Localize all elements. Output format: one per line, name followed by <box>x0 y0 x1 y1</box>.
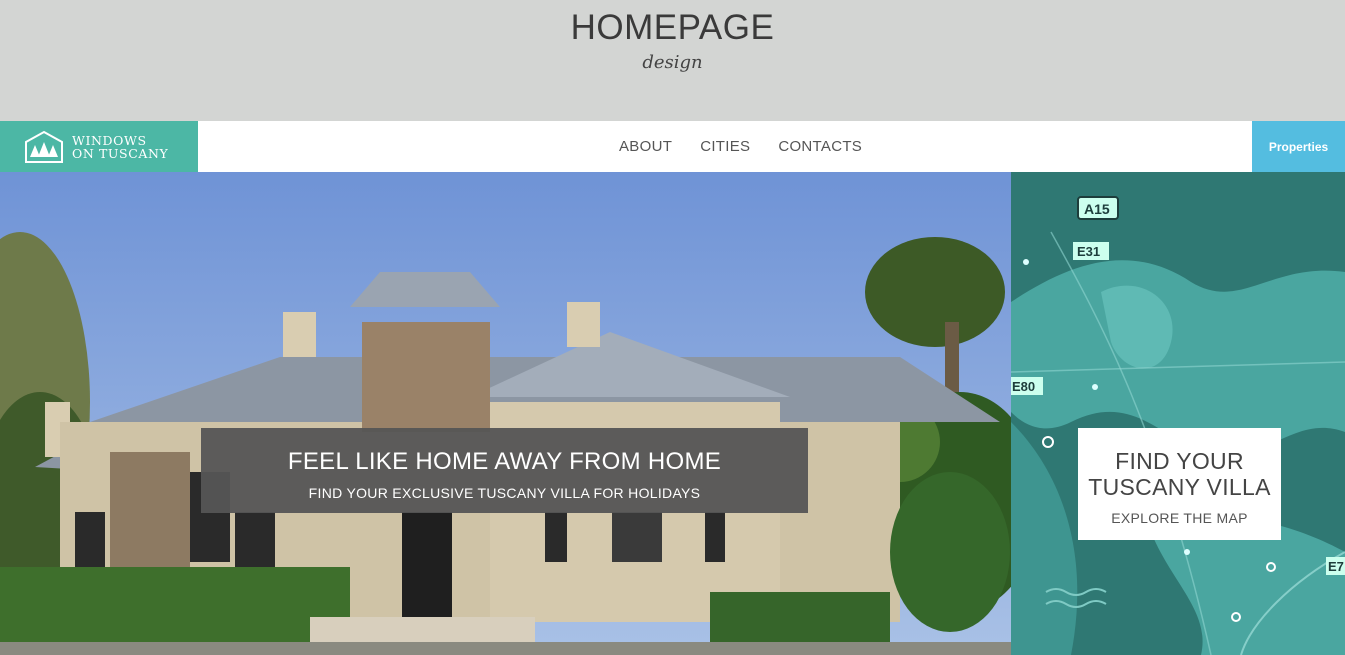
logo-line-2: ON TUSCANY <box>72 145 169 161</box>
hero-section: FEEL LIKE HOME AWAY FROM HOME FIND YOUR … <box>0 172 1011 655</box>
hero-villa-image <box>0 172 1011 655</box>
navbar: WINDOWS ON TUSCANY ABOUT CITIES CONTACTS… <box>0 121 1345 172</box>
properties-button[interactable]: Properties <box>1252 121 1345 172</box>
logo-line-1: WINDOWS <box>72 132 147 148</box>
hero-subtitle: FIND YOUR EXCLUSIVE TUSCANY VILLA FOR HO… <box>308 485 701 501</box>
map-card-title-line-2: TUSCANY VILLA <box>1088 474 1271 500</box>
logo-text: WINDOWS ON TUSCANY <box>72 134 168 160</box>
explore-map-link[interactable]: EXPLORE THE MAP <box>1078 510 1281 526</box>
road-label-e31: E31 <box>1077 244 1100 259</box>
tree-logo-icon <box>24 130 64 164</box>
banner-subtitle: design <box>642 52 703 73</box>
map-card-title: FIND YOUR TUSCANY VILLA <box>1078 448 1281 500</box>
tuscany-map-image: A15 E31 E80 E7 <box>1011 172 1345 655</box>
nav-item-contacts[interactable]: CONTACTS <box>778 138 862 155</box>
nav-item-cities[interactable]: CITIES <box>700 138 750 155</box>
map-section[interactable]: A15 E31 E80 E7 FIND YOUR TUSCANY VILLA E… <box>1011 172 1345 655</box>
hero-overlay: FEEL LIKE HOME AWAY FROM HOME FIND YOUR … <box>201 428 808 513</box>
road-label-a15: A15 <box>1084 201 1110 217</box>
nav-menu: ABOUT CITIES CONTACTS <box>605 121 876 172</box>
banner-title: HOMEPAGE <box>570 8 775 47</box>
road-label-e7: E7 <box>1328 559 1344 574</box>
nav-item-about[interactable]: ABOUT <box>619 138 672 155</box>
road-label-e80: E80 <box>1012 379 1035 394</box>
hero-title: FEEL LIKE HOME AWAY FROM HOME <box>287 448 722 475</box>
site-logo[interactable]: WINDOWS ON TUSCANY <box>0 121 198 172</box>
map-card-title-line-1: FIND YOUR <box>1115 448 1244 474</box>
top-banner: HOMEPAGE design <box>0 0 1345 121</box>
map-card[interactable]: FIND YOUR TUSCANY VILLA EXPLORE THE MAP <box>1078 428 1281 540</box>
